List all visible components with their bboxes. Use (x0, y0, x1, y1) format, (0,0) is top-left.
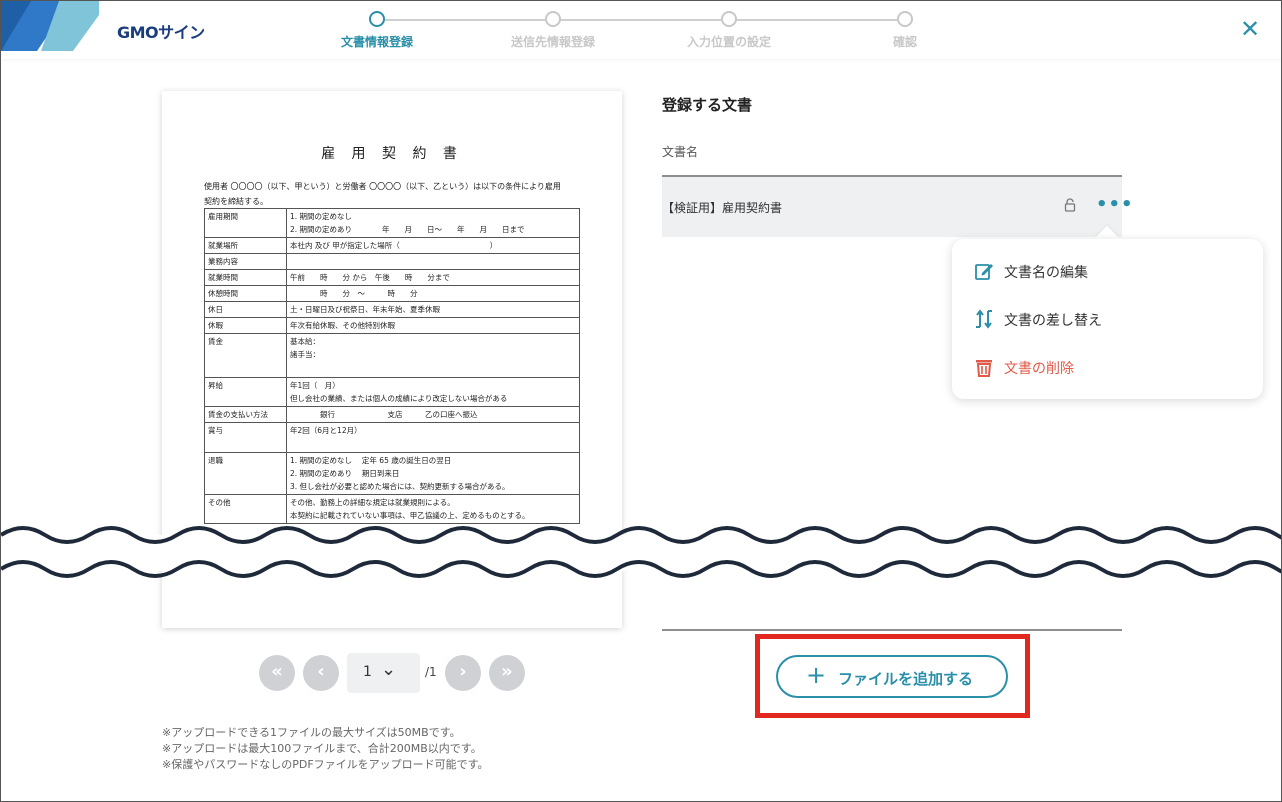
row-body: 年1回（ 月） 但し会社の業績、または個人の成績により改定しない場合がある (286, 377, 580, 407)
panel-title: 登録する文書 (662, 96, 753, 114)
chevron-down-icon: ⌄ (381, 659, 397, 680)
divider (662, 629, 1122, 631)
row-body: その他、勤務上の詳細な規定は就業規則による。 本契約に記載されていない事項は、甲乙… (286, 494, 580, 524)
file-name: 【検証用】雇用契約書 (662, 201, 783, 215)
more-options-icon[interactable]: ••• (1096, 194, 1134, 215)
note-line: ※保護やパスワードなしのPDFファイルをアップロード可能です。 (162, 758, 489, 771)
current-page: 1 (363, 664, 372, 680)
menu-item-label: 文書の差し替え (1004, 313, 1102, 329)
step-confirm: 確認 (845, 9, 965, 50)
menu-item-label: 文書名の編集 (1004, 265, 1088, 281)
row-head: その他 (204, 494, 287, 524)
row-head: 雇用期間 (204, 208, 287, 238)
note-line: ※アップロードは最大100ファイルまで、合計200MB以内です。 (162, 742, 482, 755)
row-body: 時 分 ～ 時 分 (286, 285, 580, 302)
table-row: 賞与 年2回（6月と12月） (204, 422, 580, 453)
step-label: 入力位置の設定 (686, 35, 771, 49)
row-head: 就業場所 (204, 237, 287, 254)
trash-icon (976, 360, 992, 377)
document-intro: 使用者 〇〇〇〇（以下、甲という）と労働者 〇〇〇〇（以下、乙という）は以下の条… (204, 179, 584, 209)
row-body: 年次有給休暇、その他特別休暇 (286, 317, 580, 334)
step-dot (545, 11, 561, 27)
row-head: 退職 (204, 452, 287, 495)
close-button[interactable]: ✕ (1237, 17, 1263, 43)
brand-name: GMOサイン (117, 23, 205, 42)
intro-line: 使用者 〇〇〇〇（以下、甲という）と労働者 〇〇〇〇（以下、乙という）は以下の条… (204, 182, 561, 191)
add-file-button[interactable]: + ファイルを追加する (776, 655, 1008, 698)
row-body (286, 253, 580, 270)
step-dot (369, 11, 385, 27)
row-head: 休憩時間 (204, 285, 287, 302)
step-dot (897, 11, 913, 27)
table-row: 就業場所 本社内 及び 甲が指定した場所（ ） (204, 237, 580, 254)
page-total: /1 (425, 665, 437, 679)
header: GMOサイン 文書情報登録 送信先情報登録 入力位置の設定 確認 ✕ (1, 1, 1281, 59)
step-recipient-info: 送信先情報登録 (493, 9, 613, 50)
lock-icon[interactable] (1063, 197, 1077, 213)
plus-icon: + (806, 661, 827, 689)
row-head: 賃金 (204, 333, 287, 378)
next-page-button[interactable]: › (445, 655, 481, 691)
table-row: 退職 1. 期間の定めなし 定年 65 歳の誕生日の翌日 2. 期間の定めあり 期… (204, 452, 580, 495)
first-page-button[interactable]: « (259, 655, 295, 691)
table-row: 業務内容 (204, 253, 580, 270)
row-body: 午前 時 分 から 午後 時 分まで (286, 269, 580, 286)
row-body: 土・日曜日及び祝祭日、年末年始、夏季休暇 (286, 301, 580, 318)
row-body: 基本給： 諸手当： (286, 333, 580, 378)
row-body: 年2回（6月と12月） (286, 422, 580, 453)
add-file-label: ファイルを追加する (838, 670, 974, 688)
row-body: 1. 期間の定めなし 2. 期間の定めあり 年 月 日～ 年 月 日まで (286, 208, 580, 238)
step-label: 文書情報登録 (340, 35, 413, 49)
intro-line: 契約を締結する。 (204, 197, 268, 206)
logo-mark-icon (1, 1, 99, 51)
table-row: その他 その他、勤務上の詳細な規定は就業規則による。 本契約に記載されていない事項… (204, 494, 580, 524)
document-title: 雇 用 契 約 書 (321, 146, 463, 162)
step-document-info: 文書情報登録 (317, 9, 437, 50)
row-head: 休暇 (204, 317, 287, 334)
row-body: 銀行 支店 乙の口座へ振込 (286, 406, 580, 423)
contract-table: 雇用期間 1. 期間の定めなし 2. 期間の定めあり 年 月 日～ 年 月 日まで… (204, 208, 580, 524)
table-row: 休日 土・日曜日及び祝祭日、年末年始、夏季休暇 (204, 301, 580, 318)
table-row: 雇用期間 1. 期間の定めなし 2. 期間の定めあり 年 月 日～ 年 月 日まで (204, 208, 580, 238)
table-row: 就業時間 午前 時 分 から 午後 時 分まで (204, 269, 580, 286)
wavy-cut-divider (1, 526, 1281, 578)
row-head: 賞与 (204, 422, 287, 453)
row-body: 1. 期間の定めなし 定年 65 歳の誕生日の翌日 2. 期間の定めあり 期日到来… (286, 452, 580, 495)
row-head: 就業時間 (204, 269, 287, 286)
table-row: 賃金の支払い方法 銀行 支店 乙の口座へ振込 (204, 406, 580, 423)
step-input-position: 入力位置の設定 (669, 9, 789, 50)
row-head: 賃金の支払い方法 (204, 406, 287, 423)
table-row: 休憩時間 時 分 ～ 時 分 (204, 285, 580, 302)
upload-notes: ※アップロードできる1ファイルの最大サイズは50MBです。 ※アップロードは最大… (162, 725, 489, 773)
table-row: 休暇 年次有給休暇、その他特別休暇 (204, 317, 580, 334)
edit-icon (975, 264, 993, 280)
page-select[interactable]: 1 ⌄ (347, 653, 420, 693)
row-body: 本社内 及び 甲が指定した場所（ ） (286, 237, 580, 254)
row-head: 昇給 (204, 377, 287, 407)
app-frame: GMOサイン 文書情報登録 送信先情報登録 入力位置の設定 確認 ✕ 雇 用 契… (0, 0, 1282, 802)
swap-icon (976, 309, 992, 329)
context-menu: 文書名の編集 文書の差し替え 文書の削除 (952, 239, 1263, 399)
note-line: ※アップロードできる1ファイルの最大サイズは50MBです。 (162, 726, 461, 739)
table-row: 賃金 基本給： 諸手当： (204, 333, 580, 378)
column-header-document-name: 文書名 (662, 145, 699, 159)
row-head: 休日 (204, 301, 287, 318)
step-label: 確認 (892, 35, 917, 49)
row-head: 業務内容 (204, 253, 287, 270)
last-page-button[interactable]: » (489, 655, 525, 691)
table-row: 昇給 年1回（ 月） 但し会社の業績、または個人の成績により改定しない場合がある (204, 377, 580, 407)
menu-item-label: 文書の削除 (1004, 361, 1074, 377)
prev-page-button[interactable]: ‹ (303, 655, 339, 691)
step-label: 送信先情報登録 (510, 35, 595, 49)
file-row[interactable]: 【検証用】雇用契約書 ••• (662, 177, 1133, 237)
progress-steps: 文書情報登録 送信先情報登録 入力位置の設定 確認 (321, 9, 941, 53)
step-dot (721, 11, 737, 27)
